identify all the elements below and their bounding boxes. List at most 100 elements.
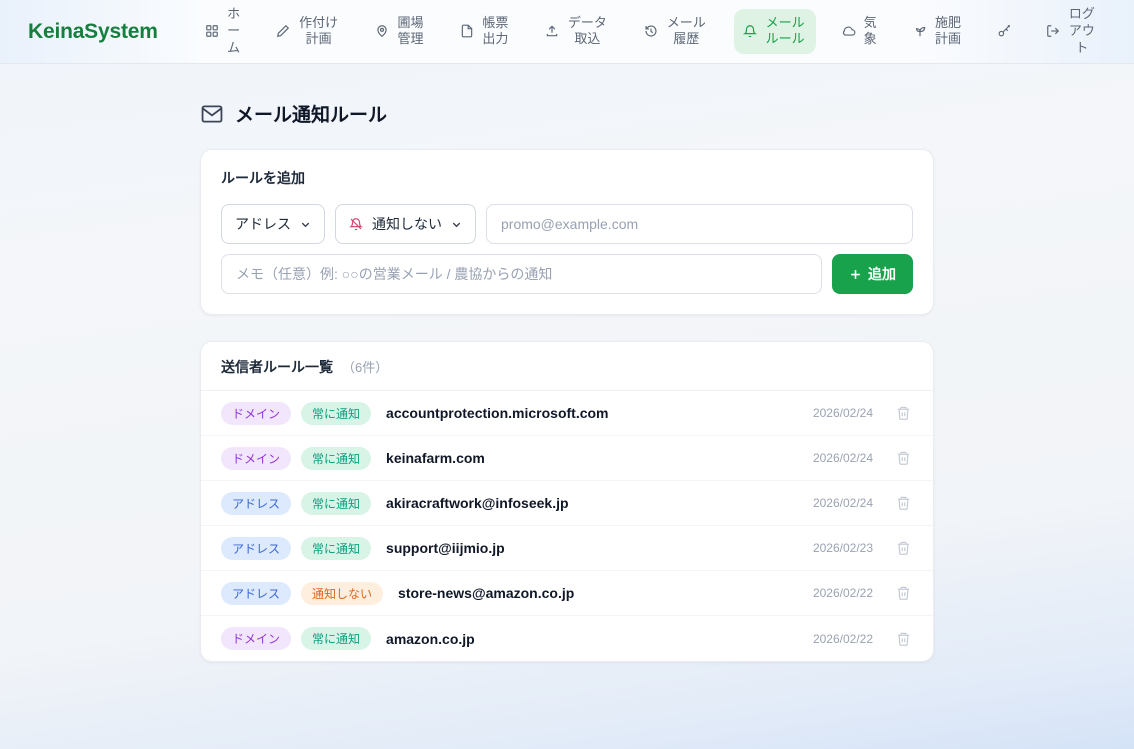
nav-item-label: ホーム [226,6,241,57]
rule-action-badge: 常に通知 [301,492,371,515]
nav-item-label: 作付け計画 [297,15,340,49]
nav-item-label: メールルール [764,15,807,49]
brand-logo: KeinaSystem [28,20,158,44]
rule-value: accountprotection.microsoft.com [386,405,803,421]
rule-type-select[interactable]: アドレス [221,204,325,244]
envelope-icon [201,105,223,123]
nav-item-label: 気象 [863,15,878,49]
chevron-down-icon [300,219,311,230]
rule-row: ドメイン 常に通知 amazon.co.jp 2026/02/22 [201,616,933,661]
rule-action-select[interactable]: 通知しない [335,204,476,244]
rule-type-select-value: アドレス [235,214,291,234]
main-nav: ホーム 作付け計画 圃場管理 帳票出力 データ取込 [188,0,1114,63]
key-icon [997,24,1011,38]
main-content: メール通知ルール ルールを追加 アドレス 通知しない [200,64,934,662]
add-rule-heading: ルールを追加 [221,168,913,188]
add-rule-row-2: 追加 [221,254,913,294]
rule-action-select-value: 通知しない [372,214,442,234]
sender-rules-count: （6件） [342,357,388,376]
nav-item-field-management[interactable]: 圃場管理 [366,9,434,55]
rule-type-badge: アドレス [221,537,291,560]
grid-icon [205,24,219,38]
add-rule-button[interactable]: 追加 [832,254,913,294]
rule-action-badge: 常に通知 [301,627,371,650]
plus-icon [849,268,862,281]
nav-item-label: 施肥計画 [934,15,963,49]
rule-value: support@iijmio.jp [386,540,803,556]
rule-type-badge: ドメイン [221,447,291,470]
rule-row: アドレス 通知しない store-news@amazon.co.jp 2026/… [201,571,933,616]
delete-rule-button[interactable] [894,583,913,603]
rule-action-badge: 通知しない [301,582,383,605]
fertilizer-icon [913,24,927,38]
rule-date: 2026/02/24 [813,406,873,420]
rule-value: amazon.co.jp [386,631,803,647]
rule-row: ドメイン 常に通知 accountprotection.microsoft.co… [201,391,933,436]
rule-type-badge: ドメイン [221,402,291,425]
address-input[interactable] [486,204,913,244]
delete-rule-button[interactable] [894,448,913,468]
nav-item-mail-rules[interactable]: メールルール [734,9,816,55]
rule-date: 2026/02/23 [813,541,873,555]
nav-item-home[interactable]: ホーム [196,0,250,63]
sender-rules-header: 送信者ルール一覧 （6件） [201,342,933,391]
page-title-text: メール通知ルール [235,100,387,127]
rule-value: keinafarm.com [386,450,803,466]
rule-date: 2026/02/24 [813,451,873,465]
trash-icon [896,585,911,601]
rule-date: 2026/02/22 [813,632,873,646]
delete-rule-button[interactable] [894,538,913,558]
delete-rule-button[interactable] [894,629,913,649]
nav-item-data-import[interactable]: データ取込 [536,9,618,55]
nav-item-label: ログアウト [1067,6,1096,57]
rule-row: ドメイン 常に通知 keinafarm.com 2026/02/24 [201,436,933,481]
sender-rules-card: 送信者ルール一覧 （6件） ドメイン 常に通知 accountprotectio… [200,341,934,662]
top-navigation-bar: KeinaSystem ホーム 作付け計画 圃場管理 帳票出力 [0,0,1134,64]
rule-type-badge: アドレス [221,492,291,515]
rule-action-badge: 常に通知 [301,402,371,425]
rule-date: 2026/02/24 [813,496,873,510]
nav-item-report-output[interactable]: 帳票出力 [451,9,519,55]
sender-rules-heading: 送信者ルール一覧 [221,357,333,377]
nav-item-label: メール履歴 [665,15,708,49]
nav-item-mail-history[interactable]: メール履歴 [635,9,717,55]
rule-row: アドレス 常に通知 support@iijmio.jp 2026/02/23 [201,526,933,571]
add-rule-row-1: アドレス 通知しない [221,204,913,244]
bell-off-icon [349,217,363,231]
delete-rule-button[interactable] [894,493,913,513]
chevron-down-icon [451,219,462,230]
delete-rule-button[interactable] [894,403,913,423]
logout-icon [1046,24,1060,38]
rule-date: 2026/02/22 [813,586,873,600]
nav-item-label: データ取込 [566,15,609,49]
rule-action-badge: 常に通知 [301,537,371,560]
nav-item-fertilizer-plan[interactable]: 施肥計画 [904,9,972,55]
rule-type-badge: アドレス [221,582,291,605]
trash-icon [896,450,911,466]
trash-icon [896,495,911,511]
rule-value: store-news@amazon.co.jp [398,585,803,601]
nav-item-planting-plan[interactable]: 作付け計画 [267,9,349,55]
nav-item-label: 帳票出力 [481,15,510,49]
pencil-icon [276,24,290,38]
rule-type-badge: ドメイン [221,627,291,650]
trash-icon [896,631,911,647]
trash-icon [896,540,911,556]
add-rule-card: ルールを追加 アドレス 通知しない [200,149,934,315]
nav-item-logout[interactable]: ログアウト [1037,0,1105,63]
rule-value: akiracraftwork@infoseek.jp [386,495,803,511]
page-title: メール通知ルール [201,100,934,127]
bell-icon [743,24,757,38]
add-rule-button-label: 追加 [868,264,896,284]
map-pin-icon [375,24,389,38]
nav-item-password[interactable] [988,18,1020,44]
nav-item-weather[interactable]: 気象 [833,9,887,55]
cloud-icon [842,24,856,38]
memo-input[interactable] [221,254,822,294]
trash-icon [896,405,911,421]
document-icon [460,24,474,38]
rule-action-badge: 常に通知 [301,447,371,470]
upload-icon [545,24,559,38]
rule-row: アドレス 常に通知 akiracraftwork@infoseek.jp 202… [201,481,933,526]
history-icon [644,24,658,38]
